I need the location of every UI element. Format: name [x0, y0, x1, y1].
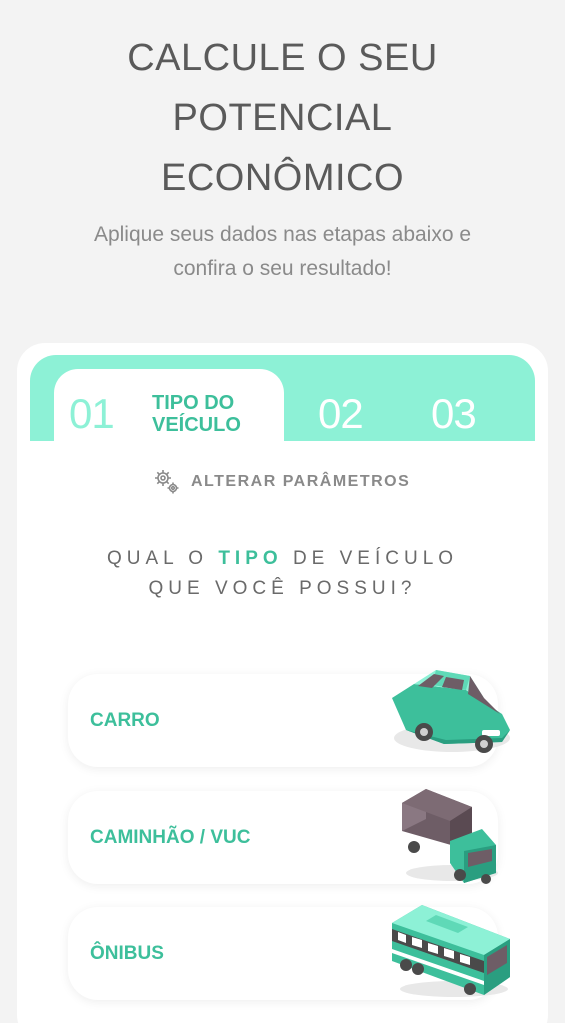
- vehicle-option-truck-label: CAMINHÃO / VUC: [90, 827, 251, 848]
- gears-icon: [155, 470, 179, 494]
- car-icon: [392, 670, 510, 753]
- tab-step-01-label-line2: VEÍCULO: [152, 414, 241, 436]
- tab-step-03[interactable]: 03: [431, 391, 477, 437]
- vehicle-option-car[interactable]: CARRO: [68, 670, 510, 767]
- step-tabs: 01 TIPO DO VEÍCULO 02 03: [30, 355, 535, 455]
- vehicle-question: QUAL O TIPO DE VEÍCULO QUE VOCÊ POSSUI?: [17, 544, 548, 604]
- page-subtitle: Aplique seus dados nas etapas abaixo e c…: [93, 223, 472, 280]
- vehicle-option-car-label: CARRO: [90, 710, 160, 731]
- question-line-1: QUAL O TIPO DE VEÍCULO: [17, 544, 548, 574]
- title-line-3: ECONÔMICO: [160, 157, 405, 199]
- question-text-after: DE VEÍCULO: [292, 548, 459, 569]
- bus-icon: [392, 905, 510, 997]
- tab-step-01-number: 01: [69, 390, 115, 437]
- calculator-card: 01 TIPO DO VEÍCULO 02 03 ALTERAR PARÂMET…: [17, 343, 548, 1023]
- vehicle-option-bus-label: ÔNIBUS: [90, 943, 164, 964]
- vehicle-option-truck[interactable]: CAMINHÃO / VUC: [68, 789, 498, 884]
- question-highlight: TIPO: [218, 548, 283, 569]
- title-line-2: POTENCIAL: [172, 97, 393, 139]
- change-parameters-label: ALTERAR PARÂMETROS: [191, 473, 411, 490]
- tab-step-01-label: TIPO DO VEÍCULO: [152, 392, 241, 436]
- truck-icon: [402, 789, 498, 884]
- page-title: CALCULE O SEU POTENCIAL ECONÔMICO: [0, 28, 565, 208]
- question-line-2: QUE VOCÊ POSSUI?: [148, 578, 417, 599]
- title-line-1: CALCULE O SEU: [127, 37, 438, 79]
- tab-step-01-label-line1: TIPO DO: [152, 392, 235, 414]
- question-text-before: QUAL O: [106, 548, 209, 569]
- vehicle-option-bus[interactable]: ÔNIBUS: [68, 905, 510, 1000]
- tab-step-02[interactable]: 02: [318, 391, 364, 437]
- change-parameters-button[interactable]: ALTERAR PARÂMETROS: [153, 467, 410, 497]
